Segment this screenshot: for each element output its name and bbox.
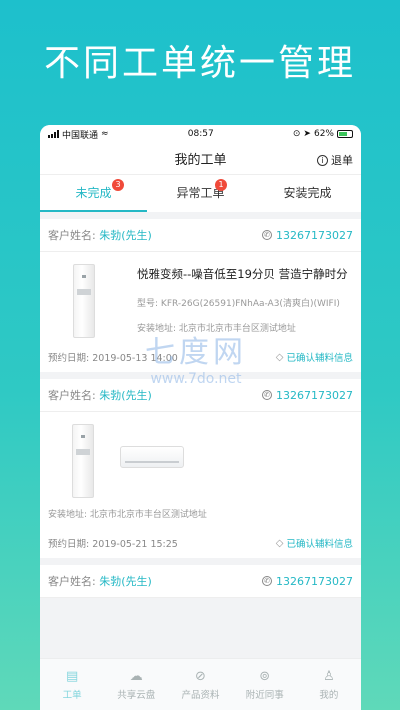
battery-icon (336, 130, 353, 138)
tab-incomplete-badge: 3 (112, 179, 124, 191)
phone-screen: 中国联通 ≈ 08:57 ⊙ ➤ 62% 我的工单 i 退单 未完成 3 异常工… (40, 125, 361, 710)
date-label: 预约日期: (48, 353, 90, 364)
customer-label: 客户姓名: (48, 575, 96, 588)
status-bar: 中国联通 ≈ 08:57 ⊙ ➤ 62% (40, 125, 361, 143)
order-tabs: 未完成 3 异常工单 1 安装完成 (40, 175, 361, 212)
promo-banner-title: 不同工单统一管理 (43, 43, 356, 84)
address-value: 北京市北京市丰台区测试地址 (89, 510, 207, 520)
confirm-label: 已确认辅料信息 (286, 353, 353, 364)
rotation-lock-icon: ⊙ (292, 129, 301, 139)
tabbar-products-label: 产品资料 (181, 689, 220, 701)
phone-number: 13267173027 (276, 574, 353, 588)
order-card[interactable]: 客户姓名: 朱勃(先生) ✆ 13267173027 安装地址: 北京市北京市丰… (40, 379, 361, 558)
customer-name: 朱勃(先生) (99, 575, 152, 588)
carrier-label: 中国联通 (62, 130, 99, 141)
tabbar-orders[interactable]: ▤ 工单 (40, 659, 104, 710)
confirm-materials-link[interactable]: ◇ 已确认辅料信息 (275, 350, 353, 365)
document-icon: ▤ (65, 668, 79, 684)
tab-installed-label: 安装完成 (283, 186, 332, 200)
tabbar-cloud-label: 共享云盘 (117, 689, 156, 701)
tabbar-nearby-label: 附近同事 (245, 689, 284, 701)
confirm-materials-link[interactable]: ◇ 已确认辅料信息 (275, 536, 353, 551)
tab-installed[interactable]: 安装完成 (254, 175, 361, 212)
tag-icon: ◇ (275, 351, 284, 363)
watermark: 七度网 www.7do.net (145, 327, 247, 387)
date-label: 预约日期: (48, 539, 90, 550)
phone-link[interactable]: ✆ 13267173027 (262, 575, 353, 588)
model-value: KFR-26G(26591)FNhAa-A3(清爽白)(WIFI) (160, 299, 340, 309)
customer-name: 朱勃(先生) (99, 389, 152, 402)
confirm-label: 已确认辅料信息 (286, 539, 353, 550)
tabbar-products[interactable]: ⊘ 产品资料 (168, 659, 232, 710)
phone-link[interactable]: ✆ 13267173027 (262, 389, 353, 402)
location-arrow-icon: ➤ (303, 129, 311, 139)
logout-label: 退单 (331, 154, 353, 167)
location-icon: ⊚ (259, 668, 271, 684)
tab-incomplete[interactable]: 未完成 3 (40, 175, 147, 212)
floor-ac-image (72, 424, 94, 498)
user-icon: ♙ (323, 668, 335, 684)
address-label: 安装地址: (48, 510, 88, 520)
tabbar-me-label: 我的 (319, 689, 339, 701)
date-value: 2019-05-21 15:25 (92, 539, 178, 550)
phone-number: 13267173027 (276, 228, 353, 242)
logout-button[interactable]: i 退单 (317, 152, 353, 168)
bottom-tab-bar: ▤ 工单 ☁ 共享云盘 ⊘ 产品资料 ⊚ 附近同事 ♙ 我的 (40, 658, 361, 710)
battery-percent: 62% (313, 129, 334, 139)
phone-link[interactable]: ✆ 13267173027 (262, 229, 353, 242)
tab-incomplete-label: 未完成 (75, 186, 112, 200)
tab-abnormal-badge: 1 (215, 179, 227, 191)
tabbar-orders-label: 工单 (62, 689, 82, 701)
floor-ac-image (73, 264, 95, 338)
cloud-icon: ☁ (129, 668, 143, 684)
phone-icon: ✆ (262, 390, 273, 400)
product-image (48, 262, 133, 342)
phone-number: 13267173027 (276, 388, 353, 402)
tabbar-nearby[interactable]: ⊚ 附近同事 (233, 659, 297, 710)
product-title: 悦雅变频--噪音低至19分贝 营造宁静时分 (137, 267, 348, 281)
customer-name: 朱勃(先生) (99, 229, 152, 242)
phone-icon: ✆ (262, 230, 273, 240)
clock: 08:57 (187, 129, 214, 139)
tab-abnormal[interactable]: 异常工单 1 (147, 175, 254, 212)
customer-label: 客户姓名: (48, 389, 96, 402)
customer-label: 客户姓名: (48, 229, 96, 242)
phone-icon: ✆ (262, 576, 273, 586)
watermark-url: www.7do.net (150, 371, 242, 387)
tabbar-me[interactable]: ♙ 我的 (297, 659, 361, 710)
order-card[interactable]: 客户姓名: 朱勃(先生) ✆ 13267173027 (40, 565, 361, 598)
tag-icon: ◇ (275, 537, 284, 549)
tabbar-cloud[interactable]: ☁ 共享云盘 (104, 659, 168, 710)
wifi-icon: ≈ (101, 129, 109, 139)
compass-icon: ⊘ (195, 668, 206, 684)
model-label: 型号: (137, 299, 159, 309)
page-title: 我的工单 (174, 153, 227, 168)
signal-icon (48, 130, 59, 138)
watermark-logo-text: 七度网 (145, 335, 247, 370)
nav-bar: 我的工单 i 退单 (40, 143, 361, 175)
info-icon: i (317, 154, 328, 166)
wall-ac-image (120, 446, 184, 468)
